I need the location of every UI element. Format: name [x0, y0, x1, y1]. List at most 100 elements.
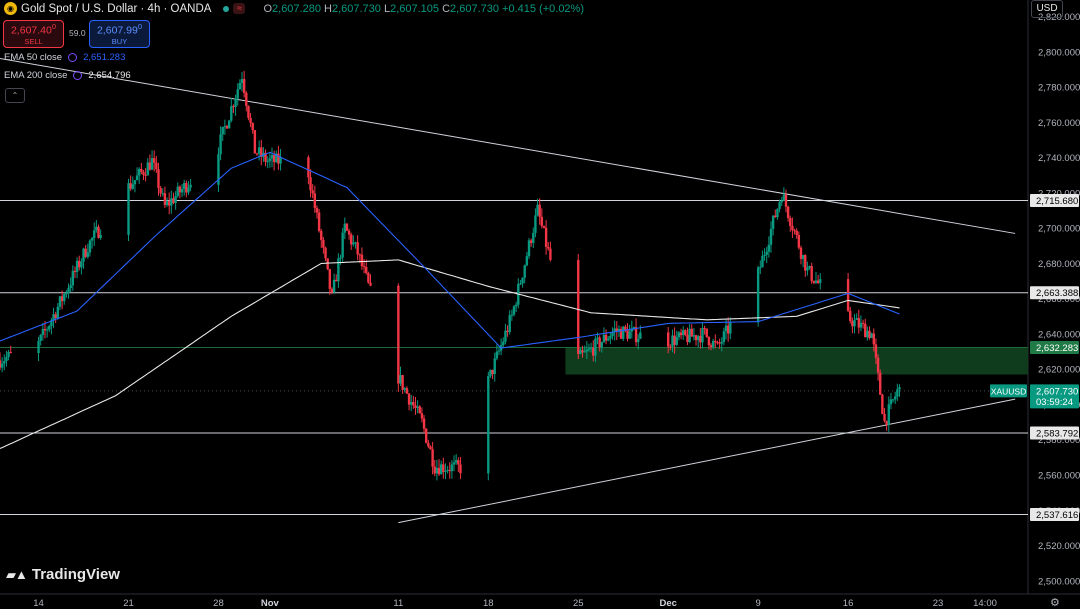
- candle-body: [784, 194, 788, 207]
- tradingview-logo: ▰▲ TradingView: [6, 566, 120, 583]
- ema200-legend[interactable]: EMA 200 close 2,654.796: [4, 70, 131, 81]
- candle-body: [358, 254, 361, 256]
- candle-body: [487, 375, 490, 474]
- candle-body: [868, 330, 871, 338]
- candle-body: [365, 267, 368, 274]
- candle-body: [512, 306, 516, 315]
- candle-body: [354, 242, 357, 244]
- y-tick-label: 2,640.000: [1038, 329, 1080, 340]
- candle-body: [622, 326, 625, 339]
- zone-price-text: 2,632.283: [1036, 343, 1078, 354]
- ema50-legend[interactable]: EMA 50 close 2,651.283: [4, 52, 125, 63]
- candle-body: [763, 254, 766, 256]
- candle-body: [60, 296, 64, 302]
- candle-body: [429, 446, 432, 450]
- candle-body: [718, 342, 721, 344]
- candle-body: [671, 335, 674, 347]
- candle-body: [699, 336, 702, 343]
- candle-body: [418, 406, 421, 414]
- candle-body: [84, 248, 87, 257]
- candle-body: [883, 414, 886, 421]
- candle-body: [0, 363, 4, 368]
- level-price-text: 2,537.616: [1036, 510, 1078, 521]
- candle-body: [804, 255, 807, 271]
- candle-body: [534, 215, 537, 233]
- candle-body: [37, 341, 40, 353]
- y-tick-label: 2,760.000: [1038, 118, 1080, 129]
- candle-body: [690, 328, 693, 337]
- candle-body: [872, 333, 875, 345]
- currency-selector[interactable]: USD: [1031, 0, 1063, 18]
- price-chart[interactable]: 2,500.0002,520.0002,540.0002,560.0002,58…: [0, 0, 1080, 609]
- candle-body: [253, 130, 257, 154]
- candle-body: [891, 399, 895, 401]
- candle-body: [341, 232, 344, 258]
- candle-body: [450, 464, 454, 472]
- candle-body: [63, 294, 66, 302]
- candle-body: [69, 285, 72, 289]
- x-tick-label: 25: [573, 598, 584, 609]
- candle-body: [799, 247, 803, 259]
- level-price-text: 2,663.388: [1036, 288, 1078, 299]
- candle-body: [502, 341, 505, 346]
- candle-body: [431, 449, 434, 467]
- candle-body: [272, 155, 276, 163]
- candle-body: [724, 325, 728, 332]
- x-tick-label: 14:00: [973, 598, 997, 609]
- candle-body: [607, 338, 610, 341]
- candle-body: [894, 396, 897, 400]
- candle-body: [170, 198, 173, 206]
- candle-body: [714, 340, 717, 343]
- ohlc-values: O2,607.280 H2,607.730 L2,607.105 C2,607.…: [263, 2, 584, 15]
- candle-body: [759, 267, 762, 269]
- candle-body: [153, 158, 156, 163]
- candle-body: [446, 469, 449, 471]
- buy-label: BUY: [111, 37, 128, 47]
- y-tick-label: 2,700.000: [1038, 224, 1080, 235]
- candle-body: [315, 207, 319, 213]
- candle-body: [131, 184, 134, 189]
- candle-body: [176, 186, 179, 197]
- candle-body: [797, 234, 801, 248]
- candle-body: [54, 314, 57, 319]
- candle-body: [163, 193, 167, 206]
- candle-body: [367, 273, 370, 283]
- candle-body: [138, 168, 141, 176]
- candle-body: [80, 261, 83, 268]
- candle-body: [7, 351, 10, 357]
- candle-body: [127, 183, 130, 235]
- candle-body: [328, 269, 332, 289]
- candle-body: [268, 158, 272, 162]
- buy-button[interactable]: 2,607.990 BUY: [89, 20, 150, 48]
- candle-body: [529, 240, 533, 243]
- sell-button[interactable]: 2,607.400 SELL: [3, 20, 64, 48]
- candle-body: [232, 106, 235, 108]
- candle-body: [135, 175, 139, 181]
- candle-body: [412, 402, 415, 406]
- indicator-loading-icon: [68, 53, 78, 62]
- y-tick-label: 2,680.000: [1038, 259, 1080, 270]
- candle-body: [527, 240, 531, 257]
- tradingview-mark-icon: ▰▲: [6, 566, 28, 582]
- candle-body: [311, 190, 314, 194]
- candle-body: [812, 280, 816, 283]
- candle-body: [544, 227, 548, 247]
- candle-body: [255, 153, 259, 155]
- candle-body: [819, 279, 822, 283]
- x-tick-label: 11: [393, 598, 403, 609]
- candle-body: [146, 162, 149, 176]
- bar-countdown-text: 03:59:24: [1036, 397, 1073, 408]
- candle-body: [448, 469, 451, 472]
- market-open-dot-icon: [223, 5, 230, 12]
- candle-body: [793, 230, 796, 232]
- symbol-title[interactable]: Gold Spot / U.S. Dollar · 4h · OANDA: [21, 3, 211, 15]
- candle-body: [846, 279, 850, 311]
- candle-body: [810, 266, 813, 281]
- candle-body: [506, 330, 509, 332]
- candle-body: [257, 147, 261, 154]
- collapse-legend-button[interactable]: ⌃: [5, 88, 25, 103]
- settings-gear-icon[interactable]: ⚙: [1050, 596, 1060, 609]
- candle-body: [245, 92, 248, 107]
- candle-body: [677, 332, 681, 338]
- candle-body: [452, 462, 456, 465]
